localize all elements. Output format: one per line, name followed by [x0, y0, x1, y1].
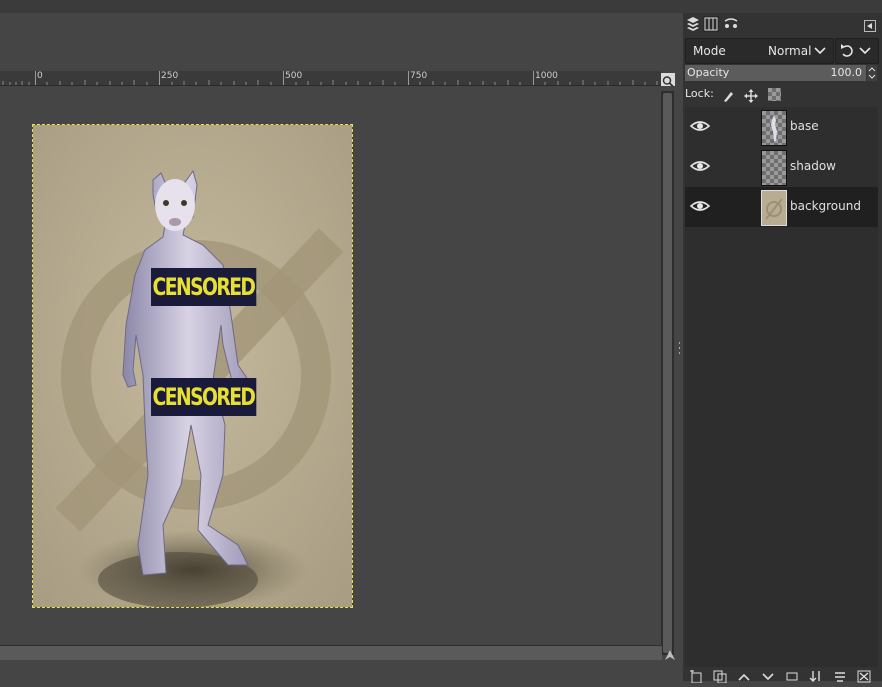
- background-thumbnail-icon: [765, 198, 783, 220]
- layers-list: base shadow background: [685, 107, 878, 667]
- layer-thumbnail: [761, 150, 787, 186]
- layer-mask-button[interactable]: [833, 668, 847, 682]
- tab-layers[interactable]: [685, 16, 701, 32]
- top-toolbar-strip: [0, 0, 882, 13]
- layers-bottom-toolbar: [683, 668, 882, 684]
- lock-pixels-button[interactable]: [721, 88, 735, 102]
- merge-icon: [786, 672, 798, 681]
- vertical-scroll-thumb[interactable]: [663, 93, 672, 653]
- paths-icon: [724, 18, 738, 28]
- layer-name[interactable]: background: [790, 199, 861, 213]
- artwork-image: [33, 125, 352, 607]
- brush-icon: [724, 92, 733, 102]
- eye-icon[interactable]: [690, 199, 710, 213]
- opacity-slider[interactable]: Opacity 100.0: [685, 65, 866, 81]
- lock-alpha-button[interactable]: [768, 88, 781, 101]
- mode-dropdown[interactable]: Mode Normal: [685, 38, 834, 64]
- delete-icon: [857, 670, 871, 683]
- opacity-spinner[interactable]: [867, 65, 877, 81]
- mode-label: Mode: [693, 44, 726, 58]
- chevron-up-icon: [738, 673, 750, 681]
- eye-icon[interactable]: [690, 159, 710, 173]
- layers-dock: Mode Normal Opacity 100.0 Lock: base sha…: [683, 13, 882, 684]
- layer-row-base[interactable]: base: [685, 107, 878, 147]
- delete-layer-button[interactable]: [857, 668, 871, 683]
- layer-name[interactable]: shadow: [790, 159, 836, 173]
- layer-name[interactable]: base: [790, 119, 819, 133]
- opacity-label: Opacity: [687, 66, 730, 79]
- panel-splitter[interactable]: [678, 340, 681, 360]
- lower-layer-button[interactable]: [761, 668, 775, 681]
- magnifier-icon: [662, 76, 674, 88]
- zoom-follow-icon[interactable]: [664, 646, 676, 660]
- mode-value: Normal: [768, 44, 812, 58]
- lock-position-button[interactable]: [744, 88, 758, 103]
- layer-row-background[interactable]: background: [685, 187, 878, 227]
- triangle-left-icon: [864, 20, 876, 32]
- layer-thumbnail: [761, 110, 787, 146]
- duplicate-layer-button[interactable]: [713, 668, 727, 684]
- lock-row: Lock:: [685, 87, 875, 103]
- merge-down-icon: [809, 671, 820, 682]
- censor-label-top: CENSORED: [151, 268, 256, 306]
- dock-tabs: [683, 13, 882, 37]
- spinner-arrows-icon: [868, 67, 876, 79]
- layers-icon: [687, 17, 699, 31]
- ruler-minor-ticks: [2, 80, 658, 85]
- raise-layer-button[interactable]: [737, 668, 751, 681]
- channels-icon: [704, 17, 718, 31]
- composite-mode-button[interactable]: [835, 38, 879, 64]
- reset-chevron-icon: [841, 44, 871, 57]
- navigate-button[interactable]: [661, 73, 675, 88]
- duplicate-icon: [713, 670, 727, 684]
- opacity-value: 100.0: [830, 66, 863, 79]
- eye-icon[interactable]: [690, 119, 710, 133]
- censor-label-bottom: CENSORED: [151, 378, 256, 416]
- image-canvas[interactable]: CENSORED CENSORED: [32, 124, 353, 608]
- tab-paths[interactable]: [723, 16, 739, 32]
- canvas-area[interactable]: 0 250 500 750 1000 CENSORED CENSORED: [0, 13, 680, 681]
- horizontal-ruler[interactable]: 0 250 500 750 1000: [0, 71, 661, 86]
- layer-thumbnail: [761, 190, 787, 226]
- lock-label: Lock:: [685, 87, 714, 100]
- figure-thumbnail-icon: [771, 115, 777, 141]
- dock-menu-button[interactable]: [864, 17, 876, 32]
- tab-channels[interactable]: [703, 16, 719, 32]
- mask-icon: [835, 672, 845, 682]
- chevron-down-icon: [762, 673, 774, 681]
- layer-row-shadow[interactable]: shadow: [685, 147, 878, 187]
- anchor-layer-button[interactable]: [785, 668, 799, 681]
- new-layer-button[interactable]: [689, 668, 703, 684]
- horizontal-scrollbar[interactable]: [0, 645, 662, 660]
- merge-down-button[interactable]: [809, 668, 823, 682]
- chevron-down-icon: [814, 47, 826, 55]
- new-layer-icon: [690, 669, 702, 684]
- move-icon: [744, 89, 758, 103]
